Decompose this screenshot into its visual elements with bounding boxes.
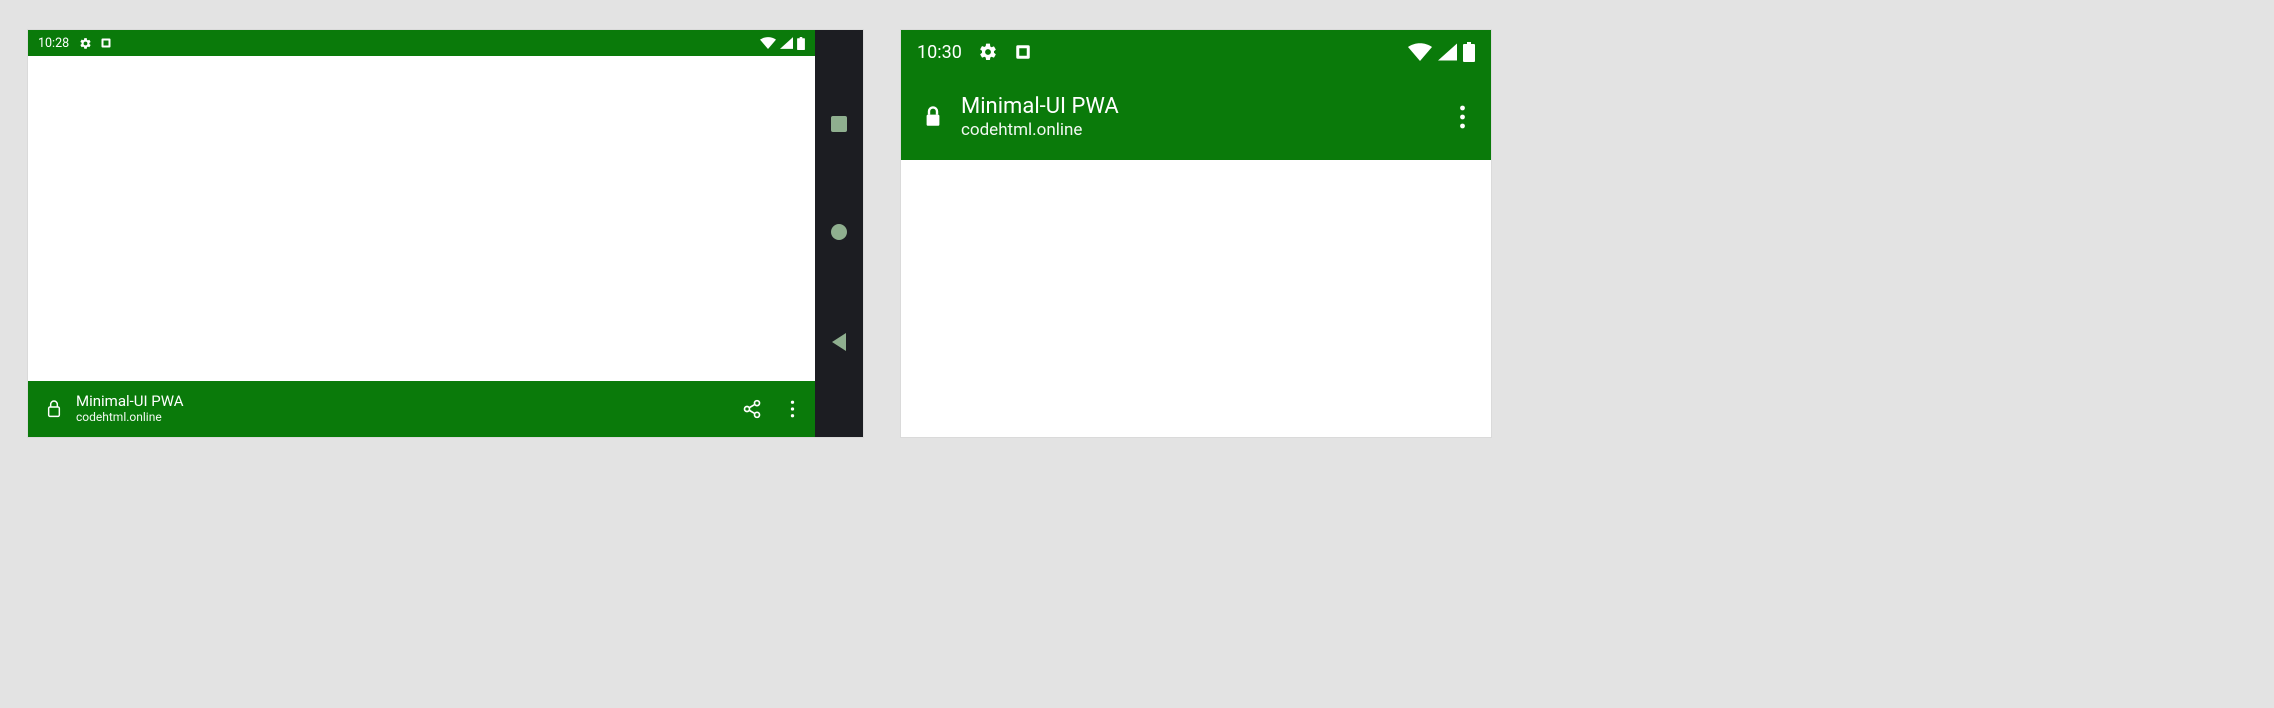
wifi-icon bbox=[1408, 43, 1432, 61]
app-title: Minimal-UI PWA bbox=[76, 393, 184, 410]
app-bar: Minimal-UI PWA codehtml.online bbox=[901, 74, 1491, 160]
signal-icon bbox=[780, 37, 793, 49]
gear-icon bbox=[978, 42, 998, 62]
bottom-app-bar: Minimal-UI PWA codehtml.online bbox=[28, 381, 815, 437]
battery-icon bbox=[797, 37, 805, 50]
lock-icon bbox=[46, 399, 62, 419]
gear-icon bbox=[79, 37, 92, 50]
overview-button[interactable] bbox=[831, 116, 847, 132]
app-host: codehtml.online bbox=[76, 411, 184, 425]
card-icon bbox=[1014, 43, 1032, 61]
system-nav-bar bbox=[815, 30, 863, 437]
content-area bbox=[28, 56, 815, 381]
wifi-icon bbox=[760, 37, 776, 49]
more-vertical-icon[interactable] bbox=[1447, 105, 1477, 129]
title-block: Minimal-UI PWA codehtml.online bbox=[76, 393, 184, 424]
battery-icon bbox=[1463, 42, 1475, 62]
device-portrait: 10:30 Minimal-UI PWA codehtml.online bbox=[901, 30, 1491, 437]
status-bar: 10:30 bbox=[901, 30, 1491, 74]
share-icon[interactable] bbox=[739, 399, 765, 419]
more-vertical-icon[interactable] bbox=[779, 400, 805, 418]
device-landscape: 10:28 bbox=[28, 30, 863, 437]
status-bar: 10:28 bbox=[28, 30, 815, 56]
home-button[interactable] bbox=[831, 224, 847, 240]
status-clock: 10:28 bbox=[38, 36, 69, 51]
lock-icon bbox=[923, 105, 943, 129]
app-title: Minimal-UI PWA bbox=[961, 93, 1119, 121]
title-block: Minimal-UI PWA codehtml.online bbox=[961, 93, 1119, 142]
content-area bbox=[901, 160, 1491, 437]
screen: 10:28 bbox=[28, 30, 815, 437]
app-host: codehtml.online bbox=[961, 120, 1119, 141]
card-icon bbox=[100, 37, 112, 49]
back-button[interactable] bbox=[832, 333, 846, 351]
signal-icon bbox=[1438, 43, 1457, 61]
status-clock: 10:30 bbox=[917, 42, 962, 63]
